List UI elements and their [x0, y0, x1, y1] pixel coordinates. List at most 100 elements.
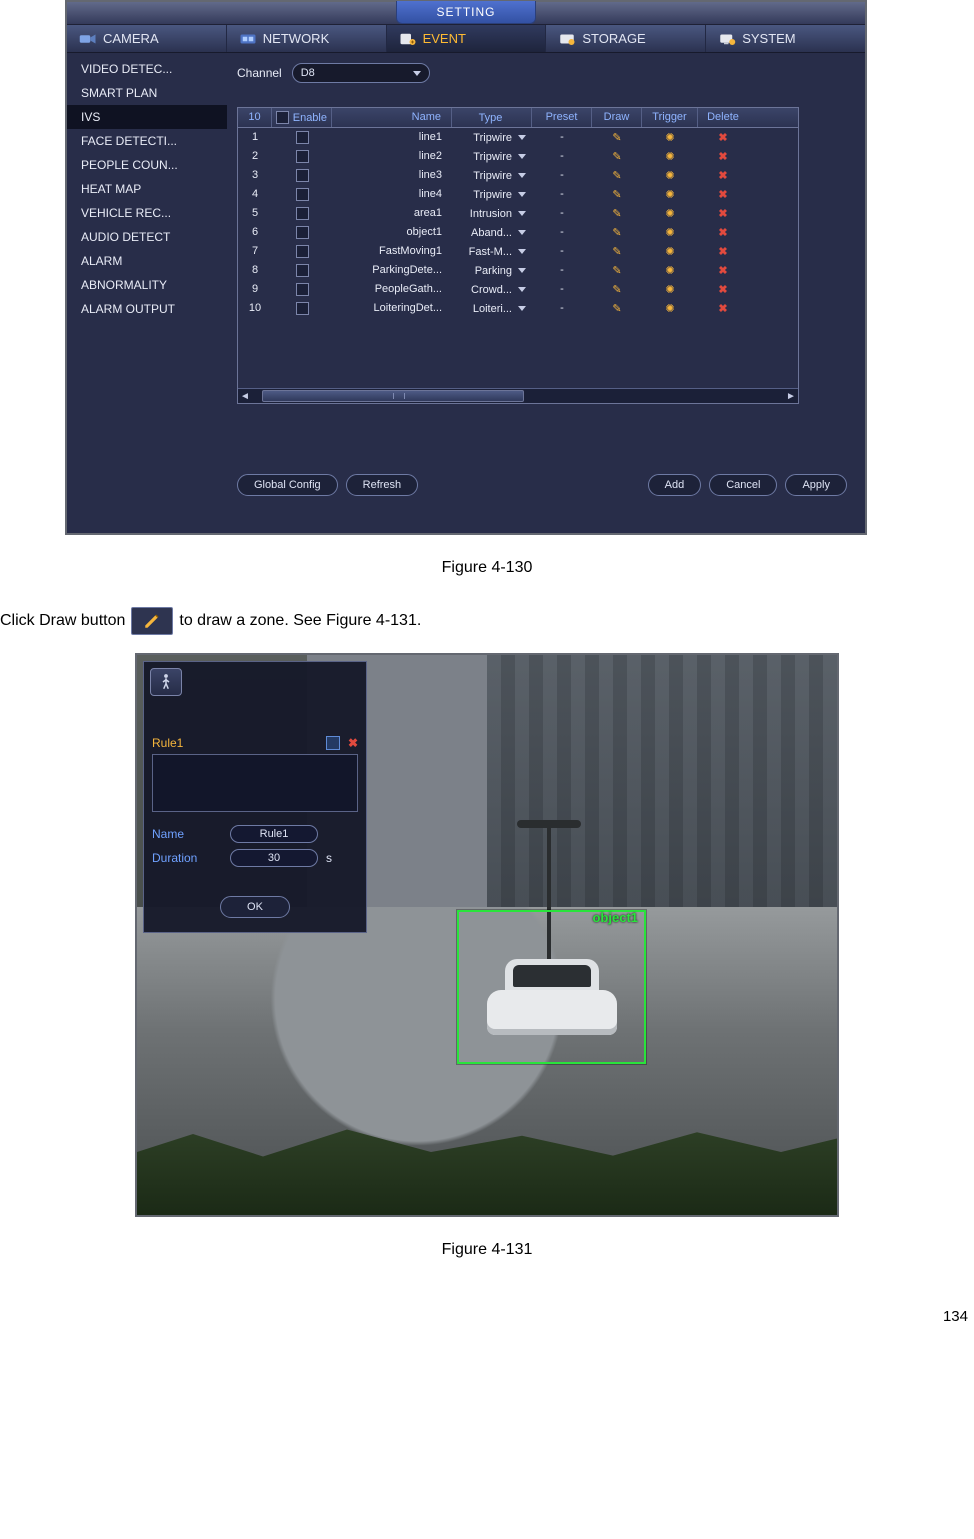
refresh-button[interactable]: Refresh	[346, 474, 419, 496]
table-row[interactable]: 4line4Tripwire-✎✺✖	[238, 185, 798, 204]
table-row[interactable]: 8ParkingDete...Parking-✎✺✖	[238, 261, 798, 280]
checkbox-icon[interactable]	[296, 264, 309, 277]
cancel-button[interactable]: Cancel	[709, 474, 777, 496]
cell-draw[interactable]: ✎	[592, 147, 642, 166]
cell-enable[interactable]	[272, 242, 332, 261]
table-row[interactable]: 1line1Tripwire-✎✺✖	[238, 128, 798, 147]
cell-delete[interactable]: ✖	[698, 185, 748, 204]
cell-enable[interactable]	[272, 128, 332, 147]
sidebar-item-abnormality[interactable]: ABNORMALITY	[67, 273, 227, 297]
scroll-left-icon[interactable]: ◄	[238, 389, 252, 403]
cell-draw[interactable]: ✎	[592, 166, 642, 185]
cell-draw[interactable]: ✎	[592, 261, 642, 280]
checkbox-icon[interactable]	[296, 302, 309, 315]
cell-enable[interactable]	[272, 204, 332, 223]
sidebar-item-alarm[interactable]: ALARM	[67, 249, 227, 273]
cell-trigger[interactable]: ✺	[642, 185, 698, 204]
table-row[interactable]: 9PeopleGath...Crowd...-✎✺✖	[238, 280, 798, 299]
sidebar-item-ivs[interactable]: IVS	[67, 105, 227, 129]
cell-delete[interactable]: ✖	[698, 242, 748, 261]
table-row[interactable]: 10LoiteringDet...Loiteri...-✎✺✖	[238, 299, 798, 318]
cell-trigger[interactable]: ✺	[642, 299, 698, 318]
cell-delete[interactable]: ✖	[698, 147, 748, 166]
tab-event[interactable]: EVENT	[387, 25, 547, 52]
sidebar-item-alarm-output[interactable]: ALARM OUTPUT	[67, 297, 227, 321]
cell-delete[interactable]: ✖	[698, 299, 748, 318]
cell-type[interactable]: Tripwire	[452, 128, 532, 147]
cell-enable[interactable]	[272, 147, 332, 166]
pedestrian-filter-icon[interactable]	[150, 668, 182, 696]
cell-trigger[interactable]: ✺	[642, 223, 698, 242]
sidebar-item-smart-plan[interactable]: SMART PLAN	[67, 81, 227, 105]
checkbox-icon[interactable]	[296, 131, 309, 144]
cell-type[interactable]: Aband...	[452, 223, 532, 242]
h-scrollbar[interactable]: ◄ ►	[238, 388, 798, 403]
sidebar-item-audio-detect[interactable]: AUDIO DETECT	[67, 225, 227, 249]
checkbox-icon[interactable]	[296, 169, 309, 182]
scroll-thumb[interactable]	[262, 390, 524, 402]
rule-tab[interactable]: Rule1	[152, 736, 183, 750]
apply-button[interactable]: Apply	[785, 474, 847, 496]
checkbox-icon[interactable]	[296, 283, 309, 296]
cell-delete[interactable]: ✖	[698, 261, 748, 280]
sidebar-item-face-detect[interactable]: FACE DETECTI...	[67, 129, 227, 153]
table-row[interactable]: 2line2Tripwire-✎✺✖	[238, 147, 798, 166]
table-row[interactable]: 7FastMoving1Fast-M...-✎✺✖	[238, 242, 798, 261]
cell-type[interactable]: Crowd...	[452, 280, 532, 299]
cell-delete[interactable]: ✖	[698, 204, 748, 223]
global-config-button[interactable]: Global Config	[237, 474, 338, 496]
cell-type[interactable]: Intrusion	[452, 204, 532, 223]
checkbox-icon[interactable]	[296, 226, 309, 239]
cell-type[interactable]: Fast-M...	[452, 242, 532, 261]
cell-delete[interactable]: ✖	[698, 166, 748, 185]
cell-type[interactable]: Tripwire	[452, 147, 532, 166]
rule-name-input[interactable]: Rule1	[230, 825, 318, 843]
ok-button[interactable]: OK	[220, 896, 290, 918]
tab-storage[interactable]: STORAGE	[546, 25, 706, 52]
tab-network[interactable]: NETWORK	[227, 25, 387, 52]
cell-enable[interactable]	[272, 280, 332, 299]
detection-zone[interactable]: object1	[457, 910, 646, 1064]
delete-rule-icon[interactable]: ✖	[348, 736, 358, 750]
table-row[interactable]: 5area1Intrusion-✎✺✖	[238, 204, 798, 223]
cell-trigger[interactable]: ✺	[642, 147, 698, 166]
cell-type[interactable]: Tripwire	[452, 166, 532, 185]
checkbox-icon[interactable]	[296, 150, 309, 163]
sidebar-item-video-detect[interactable]: VIDEO DETEC...	[67, 57, 227, 81]
channel-select[interactable]: D8	[292, 63, 430, 83]
cell-enable[interactable]	[272, 223, 332, 242]
checkbox-icon[interactable]	[296, 207, 309, 220]
cell-trigger[interactable]: ✺	[642, 166, 698, 185]
cell-type[interactable]: Loiteri...	[452, 299, 532, 318]
tab-camera[interactable]: CAMERA	[67, 25, 227, 52]
cell-trigger[interactable]: ✺	[642, 204, 698, 223]
cell-enable[interactable]	[272, 299, 332, 318]
cell-draw[interactable]: ✎	[592, 128, 642, 147]
cell-draw[interactable]: ✎	[592, 185, 642, 204]
cell-draw[interactable]: ✎	[592, 280, 642, 299]
cell-enable[interactable]	[272, 166, 332, 185]
cell-draw[interactable]: ✎	[592, 299, 642, 318]
sidebar-item-people-count[interactable]: PEOPLE COUN...	[67, 153, 227, 177]
cell-enable[interactable]	[272, 261, 332, 280]
cell-draw[interactable]: ✎	[592, 242, 642, 261]
sidebar-item-vehicle-rec[interactable]: VEHICLE REC...	[67, 201, 227, 225]
checkbox-icon[interactable]	[296, 188, 309, 201]
cell-draw[interactable]: ✎	[592, 223, 642, 242]
sidebar-item-heat-map[interactable]: HEAT MAP	[67, 177, 227, 201]
cell-delete[interactable]: ✖	[698, 223, 748, 242]
cell-delete[interactable]: ✖	[698, 128, 748, 147]
checkbox-icon[interactable]	[296, 245, 309, 258]
cell-trigger[interactable]: ✺	[642, 242, 698, 261]
duration-input[interactable]: 30	[230, 849, 318, 867]
table-row[interactable]: 6object1Aband...-✎✺✖	[238, 223, 798, 242]
cell-trigger[interactable]: ✺	[642, 261, 698, 280]
config-icon[interactable]	[326, 736, 340, 750]
cell-delete[interactable]: ✖	[698, 280, 748, 299]
cell-trigger[interactable]: ✺	[642, 280, 698, 299]
cell-enable[interactable]	[272, 185, 332, 204]
cell-trigger[interactable]: ✺	[642, 128, 698, 147]
cell-type[interactable]: Parking	[452, 261, 532, 280]
table-row[interactable]: 3line3Tripwire-✎✺✖	[238, 166, 798, 185]
scroll-right-icon[interactable]: ►	[784, 389, 798, 403]
